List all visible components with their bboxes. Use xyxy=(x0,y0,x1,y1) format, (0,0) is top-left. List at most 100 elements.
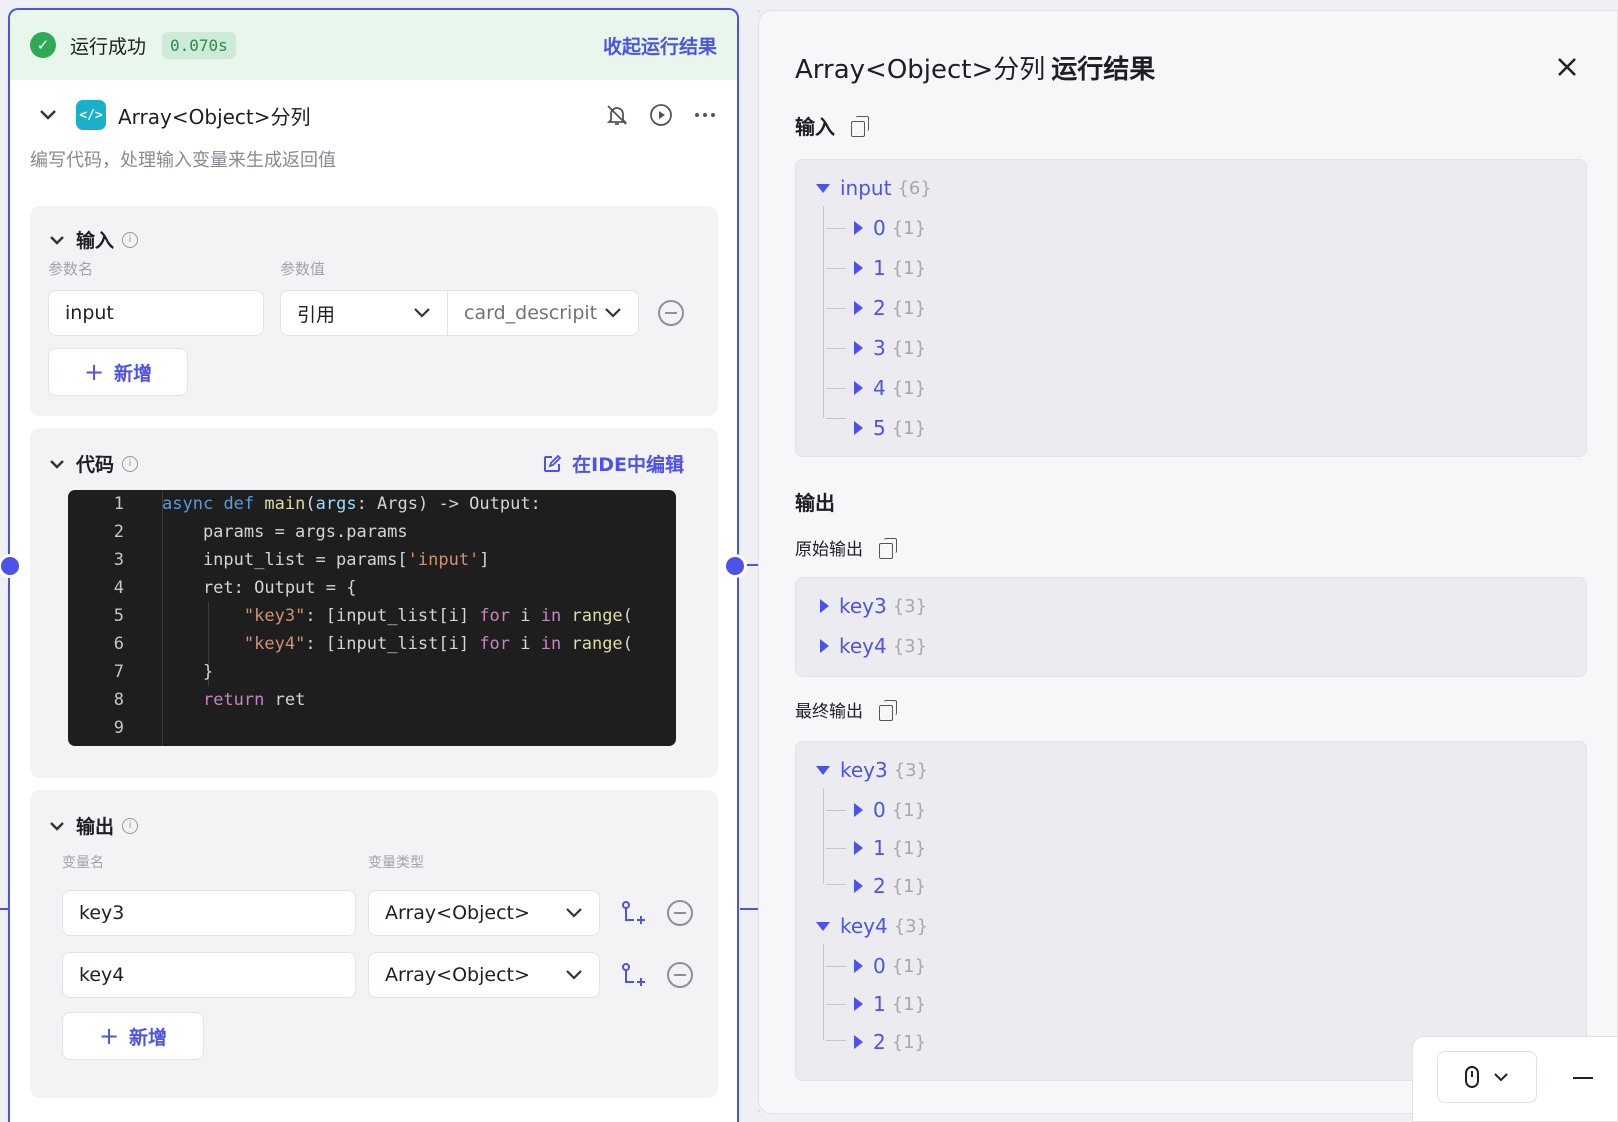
run-status-banner: ✓ 运行成功 0.070s 收起运行结果 xyxy=(10,10,737,80)
result-title-suffix: 运行结果 xyxy=(1051,55,1156,85)
copy-icon[interactable] xyxy=(879,699,897,721)
play-icon[interactable] xyxy=(649,103,673,127)
run-time-badge: 0.070s xyxy=(162,31,236,59)
copy-icon[interactable] xyxy=(879,537,897,559)
tree-node-item[interactable]: 3 {1} xyxy=(854,334,926,362)
add-child-icon[interactable] xyxy=(620,900,646,926)
caret-right-icon xyxy=(854,341,863,355)
run-status-text: 运行成功 xyxy=(70,35,147,58)
interaction-mode-select[interactable] xyxy=(1437,1051,1537,1103)
connection-line xyxy=(740,908,758,910)
output-type-select[interactable]: Array<Object> xyxy=(368,890,600,936)
add-output-button[interactable]: + 新增 xyxy=(62,1012,204,1060)
tree-node-item[interactable]: 5 {1} xyxy=(854,414,926,442)
tree-node-key3[interactable]: key3 {3} xyxy=(816,756,928,784)
chevron-down-icon xyxy=(1494,1073,1508,1082)
caret-right-icon xyxy=(854,421,863,435)
caret-right-icon xyxy=(854,997,863,1011)
output-name-value: key3 xyxy=(79,902,125,924)
final-output-json-viewer: key3 {3} 0 {1} 1 {1} 2 {1} key4 {3} 0 {1} 1 {1}… xyxy=(795,741,1587,1081)
output-name-value: key4 xyxy=(79,964,125,986)
caret-down-icon xyxy=(816,765,830,775)
add-input-button[interactable]: + 新增 xyxy=(48,348,188,396)
tree-node-item[interactable]: 2 {1} xyxy=(854,872,926,900)
caret-right-icon xyxy=(820,639,829,653)
bell-off-icon[interactable] xyxy=(605,103,629,127)
output-port[interactable] xyxy=(723,554,747,578)
code-editor[interactable]: 1 async def main(args: Args) -> Output: 2… xyxy=(68,490,676,746)
ref-value-select[interactable]: card_descripit xyxy=(447,290,639,336)
edit-in-ide-label: 在IDE中编辑 xyxy=(572,454,684,476)
remove-param-icon[interactable] xyxy=(658,300,684,326)
input-json-viewer: input {6} 0 {1} 1 {1} 2 {1} 3 {1} 4 {1} 5 {1} xyxy=(795,159,1587,457)
collapse-result-link[interactable]: 收起运行结果 xyxy=(603,32,717,59)
code-line: 1 async def main(args: Args) -> Output: xyxy=(113,494,541,514)
tree-node-input[interactable]: input {6} xyxy=(816,174,932,202)
caret-right-icon xyxy=(854,261,863,275)
caret-right-icon xyxy=(854,841,863,855)
tree-node-item[interactable]: 1 {1} xyxy=(854,834,926,862)
chevron-down-icon xyxy=(604,302,622,324)
chevron-down-icon xyxy=(565,964,583,986)
tree-node-item[interactable]: 1 {1} xyxy=(854,990,926,1018)
caret-right-icon xyxy=(854,803,863,817)
edit-in-ide-link[interactable]: 在IDE中编辑 xyxy=(542,450,684,477)
remove-output-icon[interactable] xyxy=(667,900,693,926)
tree-node-item[interactable]: 1 {1} xyxy=(854,254,926,282)
caret-right-icon xyxy=(854,879,863,893)
tree-node-item[interactable]: 4 {1} xyxy=(854,374,926,402)
info-icon[interactable]: i xyxy=(122,231,139,248)
code-line: 2 params = args.params xyxy=(113,522,408,542)
tree-node-key4[interactable]: key4 {3} xyxy=(816,912,928,940)
code-node-panel[interactable]: ✓ 运行成功 0.070s 收起运行结果 </> Array<Object>分列… xyxy=(8,8,739,1122)
tree-node-item[interactable]: 2 {1} xyxy=(854,1028,926,1056)
chevron-down-icon[interactable] xyxy=(48,814,66,838)
output-name-input[interactable]: key4 xyxy=(62,952,356,998)
plus-icon: + xyxy=(83,358,105,386)
output-section-title[interactable]: 输出 i xyxy=(48,812,139,839)
edit-icon xyxy=(544,454,562,472)
var-name-label: 变量名 xyxy=(62,855,104,871)
caret-down-icon xyxy=(816,921,830,931)
output-type-value: Array<Object> xyxy=(385,902,530,924)
code-line: 3 input_list = params['input'] xyxy=(113,550,490,570)
result-title-node: Array<Object>分列 xyxy=(795,55,1046,85)
ref-type-select[interactable]: 引用 xyxy=(280,290,448,336)
output-name-input[interactable]: key3 xyxy=(62,890,356,936)
output-type-select[interactable]: Array<Object> xyxy=(368,952,600,998)
ref-value-text: card_descripit xyxy=(464,302,598,324)
param-name-value: input xyxy=(65,302,114,324)
tree-node-item[interactable]: 0 {1} xyxy=(854,796,926,824)
connection-line xyxy=(0,908,8,910)
input-section-title[interactable]: 输入 i xyxy=(48,226,139,253)
add-child-icon[interactable] xyxy=(620,962,646,988)
tree-node-item[interactable]: 0 {1} xyxy=(854,214,926,242)
chevron-down-icon[interactable] xyxy=(48,452,66,476)
tree-node-item[interactable]: 0 {1} xyxy=(854,952,926,980)
param-name-input[interactable]: input xyxy=(48,290,264,336)
chevron-down-icon xyxy=(413,302,431,324)
tree-node-item[interactable]: 2 {1} xyxy=(854,294,926,322)
chevron-down-icon[interactable] xyxy=(48,228,66,252)
param-name-label: 参数名 xyxy=(48,260,94,278)
code-line: 6 "key4": [input_list[i] for i in range( xyxy=(113,634,633,654)
chevron-down-icon[interactable] xyxy=(36,103,60,127)
more-icon[interactable] xyxy=(693,103,717,127)
caret-right-icon xyxy=(854,221,863,235)
caret-down-icon xyxy=(816,183,830,193)
caret-right-icon xyxy=(854,1035,863,1049)
code-line: 7 } xyxy=(113,662,214,682)
node-description: 编写代码，处理输入变量来生成返回值 xyxy=(30,150,336,171)
tree-node-key3[interactable]: key3 {3} xyxy=(820,592,927,620)
remove-output-icon[interactable] xyxy=(667,962,693,988)
info-icon[interactable]: i xyxy=(122,455,139,472)
info-icon[interactable]: i xyxy=(122,817,139,834)
code-section-title[interactable]: 代码 i xyxy=(48,450,139,477)
copy-icon[interactable] xyxy=(851,115,869,137)
close-icon[interactable] xyxy=(1553,53,1581,81)
tree-node-key4[interactable]: key4 {3} xyxy=(820,632,927,660)
minimize-icon[interactable] xyxy=(1573,1077,1593,1079)
caret-right-icon xyxy=(854,381,863,395)
input-section: 输入 i 参数名 参数值 input 引用 card_descripit + 新… xyxy=(30,206,718,416)
node-title[interactable]: Array<Object>分列 xyxy=(118,101,311,130)
